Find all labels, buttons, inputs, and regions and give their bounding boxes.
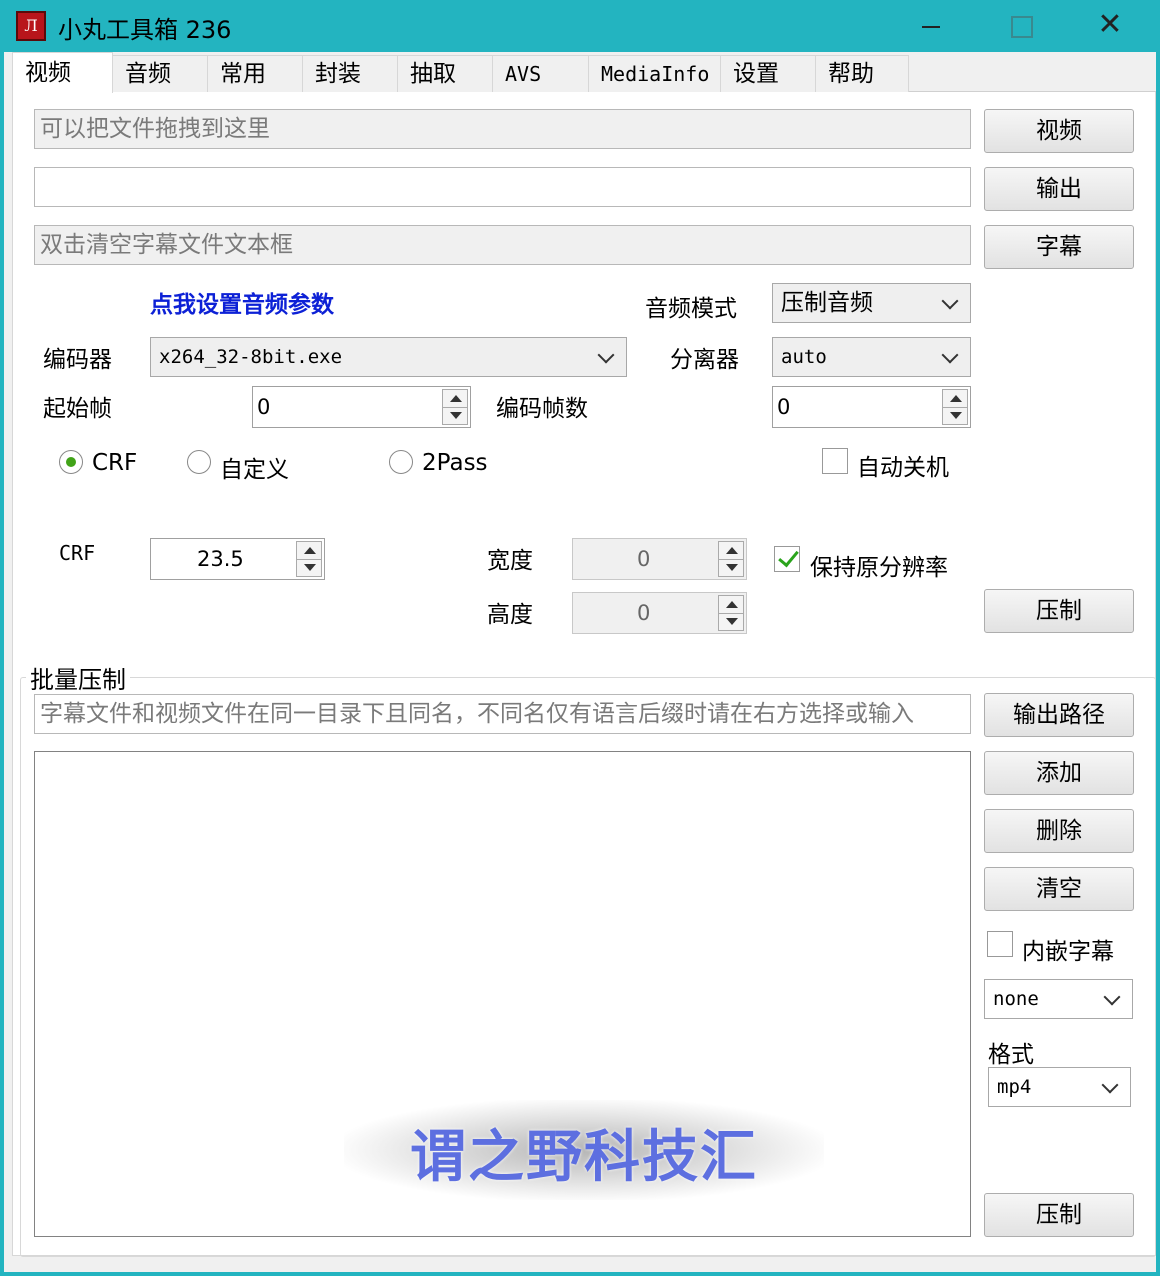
splitter-label: 分离器 [670,347,739,373]
output-file-input[interactable] [34,167,971,207]
format-value: mp4 [997,1076,1032,1098]
chevron-down-icon [1103,988,1121,1006]
chevron-down-icon [1101,1076,1119,1094]
format-select[interactable]: mp4 [988,1067,1131,1107]
batch-compress-button[interactable]: 压制 [984,1193,1134,1237]
encode-frames-value: 0 [777,395,791,419]
tab-avs[interactable]: AVS [492,55,589,92]
format-label: 格式 [988,1042,1034,1068]
output-path-button[interactable]: 输出路径 [984,693,1134,737]
custom-radio[interactable] [187,450,211,474]
spinner-arrows-icon[interactable] [296,541,322,577]
tab-extract[interactable]: 抽取 [397,55,493,92]
tab-mediainfo[interactable]: MediaInfo [588,55,721,92]
auto-shutdown-label: 自动关机 [857,455,949,481]
crf-radio-label: CRF [92,450,138,476]
crf-value: 23.5 [197,547,244,571]
encoder-select[interactable]: x264_32-8bit.exe [150,337,627,377]
audio-mode-value: 压制音频 [781,290,873,316]
tab-mux[interactable]: 封装 [302,55,398,92]
subtitle-button[interactable]: 字幕 [984,225,1134,269]
embed-subtitle-checkbox[interactable] [987,931,1013,957]
subtitle-lang-select[interactable]: none [984,979,1133,1019]
delete-button[interactable]: 删除 [984,809,1134,853]
splitter-value: auto [781,346,827,368]
start-frame-spinner[interactable]: 0 [252,386,471,428]
audio-mode-select[interactable]: 压制音频 [772,283,971,323]
start-frame-label: 起始帧 [43,396,112,422]
crf-radio[interactable] [59,450,83,474]
encoder-value: x264_32-8bit.exe [159,346,343,368]
width-label: 宽度 [487,548,533,574]
app-logo-icon: Л [16,11,46,41]
close-button[interactable]: ✕ [1080,6,1140,46]
audio-mode-label: 音频模式 [645,296,737,322]
watermark-text: 谓之野科技汇 [410,1124,758,1190]
crf-label: CRF [59,541,96,565]
output-button[interactable]: 输出 [984,167,1134,211]
spinner-arrows-icon[interactable] [442,389,468,425]
chevron-down-icon [941,292,959,310]
maximize-button[interactable] [990,6,1050,46]
clear-button[interactable]: 清空 [984,867,1134,911]
height-spinner[interactable]: 0 [572,592,747,634]
spinner-arrows-icon[interactable] [718,595,744,631]
audio-settings-link[interactable]: 点我设置音频参数 [150,285,334,319]
encode-frames-label: 编码帧数 [496,396,588,422]
add-button[interactable]: 添加 [984,751,1134,795]
compress-button[interactable]: 压制 [984,589,1134,633]
splitter-select[interactable]: auto [772,337,971,377]
tab-help[interactable]: 帮助 [815,55,909,92]
height-label: 高度 [487,602,533,628]
tab-audio[interactable]: 音频 [112,55,208,92]
twopass-radio-label: 2Pass [422,450,488,476]
twopass-radio[interactable] [389,450,413,474]
width-value: 0 [637,547,651,571]
app-window: Л 小丸工具箱 236 ✕ 视频 音频 常用 封装 抽取 AVS MediaIn… [0,0,1160,1276]
auto-shutdown-checkbox[interactable] [822,448,848,474]
video-button[interactable]: 视频 [984,109,1134,153]
chevron-down-icon [597,346,615,364]
video-file-input[interactable]: 可以把文件拖拽到这里 [34,109,971,149]
encode-frames-spinner[interactable]: 0 [772,386,971,428]
spinner-arrows-icon[interactable] [942,389,968,425]
keep-resolution-checkbox[interactable] [774,546,800,572]
encoder-label: 编码器 [43,347,112,373]
crf-spinner[interactable]: 23.5 [150,538,325,580]
height-value: 0 [637,601,651,625]
batch-hint-input[interactable]: 字幕文件和视频文件在同一目录下且同名，不同名仅有语言后缀时请在右方选择或输入 [34,694,971,734]
subtitle-file-input[interactable]: 双击清空字幕文件文本框 [34,225,971,265]
minimize-button[interactable] [900,6,960,46]
tab-video[interactable]: 视频 [12,52,113,93]
custom-radio-label: 自定义 [220,457,289,483]
batch-group-title: 批量压制 [26,660,130,695]
start-frame-value: 0 [257,395,271,419]
watermark-overlay: 谓之野科技汇 [344,1100,824,1200]
embed-subtitle-label: 内嵌字幕 [1022,939,1114,965]
title-bar: Л 小丸工具箱 236 ✕ [4,0,1156,52]
tab-bar: 视频 音频 常用 封装 抽取 AVS MediaInfo 设置 帮助 [12,52,1156,93]
keep-resolution-label: 保持原分辨率 [810,555,948,581]
tab-common[interactable]: 常用 [207,55,303,92]
tab-settings[interactable]: 设置 [720,55,816,92]
width-spinner[interactable]: 0 [572,538,747,580]
chevron-down-icon [941,346,959,364]
subtitle-lang-value: none [993,988,1039,1010]
window-title: 小丸工具箱 236 [58,16,232,44]
spinner-arrows-icon[interactable] [718,541,744,577]
